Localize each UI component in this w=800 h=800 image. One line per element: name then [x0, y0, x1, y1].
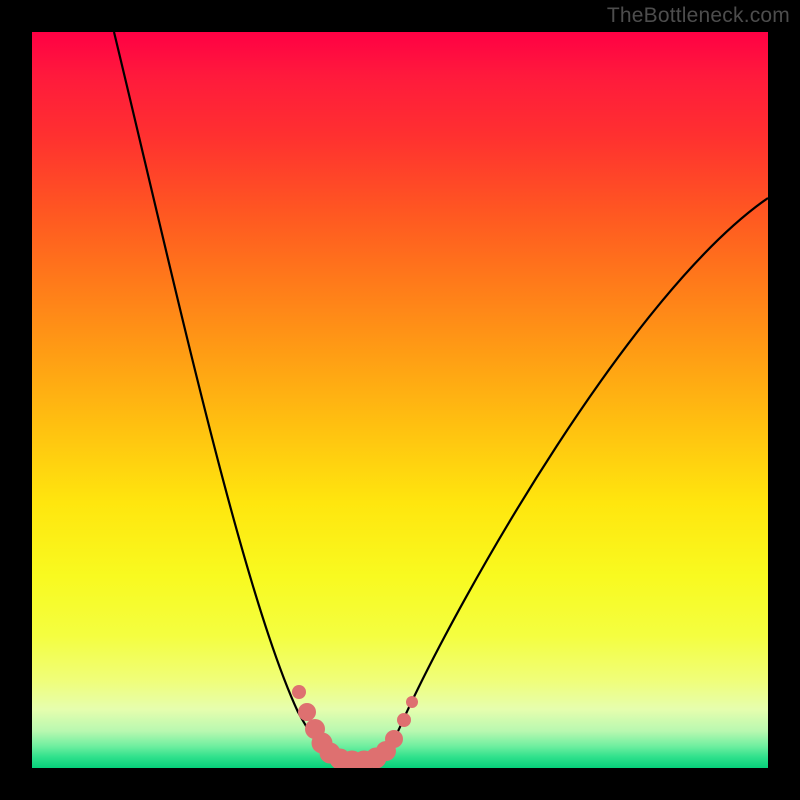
- watermark-text: TheBottleneck.com: [607, 4, 790, 28]
- curve-marker: [406, 696, 418, 708]
- bottleneck-curve: [114, 32, 768, 762]
- curve-marker: [397, 713, 411, 727]
- curve-marker: [292, 685, 306, 699]
- chart-frame: TheBottleneck.com: [0, 0, 800, 800]
- curve-marker: [385, 730, 403, 748]
- plot-area: [32, 32, 768, 768]
- curve-marker: [298, 703, 316, 721]
- curve-layer: [32, 32, 768, 768]
